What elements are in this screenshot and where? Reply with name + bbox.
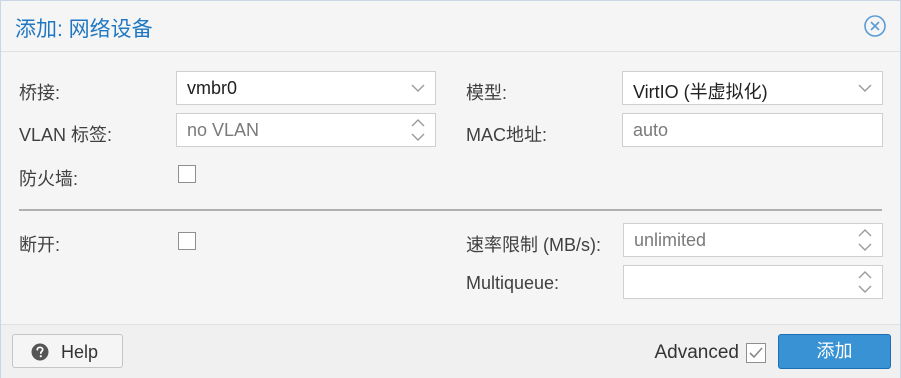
close-circle-icon: [864, 15, 886, 37]
advanced-checkbox[interactable]: [746, 343, 766, 363]
firewall-checkbox[interactable]: [178, 165, 196, 183]
question-circle-icon: [31, 343, 49, 361]
section-divider: [19, 209, 882, 211]
dialog-titlebar: 添加: 网络设备: [1, 1, 900, 52]
spinner-arrows-icon: [858, 271, 872, 293]
vlan-tag-spinner[interactable]: [409, 114, 427, 146]
bridge-label: 桥接:: [19, 83, 61, 103]
model-dropdown-trigger[interactable]: [856, 72, 874, 104]
dialog-body: 桥接: vmbr0 模型: VirtIO (半虚拟化) VLAN 标签: no …: [1, 52, 900, 324]
chevron-down-icon: [411, 84, 425, 92]
multiqueue-label: Multiqueue:: [466, 273, 560, 293]
checkmark-icon: [749, 347, 763, 359]
add-button[interactable]: 添加: [778, 334, 891, 369]
spinner-arrows-icon: [411, 119, 425, 141]
multiqueue-field[interactable]: [623, 265, 883, 299]
add-network-device-dialog: 添加: 网络设备 桥接: vmbr0 模型: VirtIO (半虚拟化) VLA…: [0, 0, 901, 378]
mac-address-field[interactable]: auto: [622, 113, 883, 147]
disconnect-label: 断开:: [19, 235, 61, 255]
mac-address-placeholder: auto: [633, 120, 669, 140]
bridge-value: vmbr0: [187, 78, 238, 98]
help-button[interactable]: Help: [12, 334, 123, 368]
mac-address-label: MAC地址:: [466, 125, 547, 145]
spinner-arrows-icon: [858, 229, 872, 251]
rate-limit-spinner[interactable]: [856, 224, 874, 256]
help-button-label: Help: [61, 342, 99, 362]
model-label: 模型:: [466, 83, 508, 103]
bridge-dropdown-trigger[interactable]: [409, 72, 427, 104]
model-select[interactable]: VirtIO (半虚拟化): [622, 71, 883, 105]
model-value: VirtIO (半虚拟化): [633, 82, 768, 102]
firewall-label: 防火墙:: [19, 169, 79, 189]
rate-limit-field[interactable]: unlimited: [623, 223, 883, 257]
disconnect-checkbox[interactable]: [178, 232, 196, 250]
rate-limit-label: 速率限制 (MB/s):: [466, 235, 601, 255]
rate-limit-placeholder: unlimited: [634, 230, 707, 250]
bridge-select[interactable]: vmbr0: [176, 71, 436, 105]
vlan-tag-placeholder: no VLAN: [187, 120, 260, 140]
dialog-title: 添加: 网络设备: [15, 18, 153, 41]
multiqueue-spinner[interactable]: [856, 266, 874, 298]
chevron-down-icon: [858, 84, 872, 92]
vlan-tag-field[interactable]: no VLAN: [176, 113, 436, 147]
vlan-tag-label: VLAN 标签:: [19, 125, 113, 145]
close-button[interactable]: [864, 15, 886, 37]
dialog-footer: Help Advanced 添加: [1, 324, 900, 378]
advanced-label: Advanced: [654, 342, 739, 363]
